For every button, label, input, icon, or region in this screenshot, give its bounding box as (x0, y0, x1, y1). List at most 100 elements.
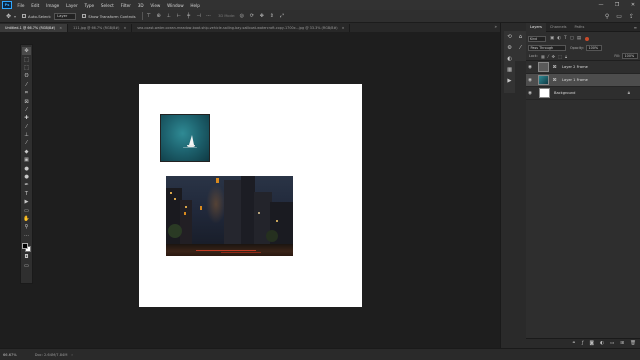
search-icon[interactable]: ⚲ (605, 13, 609, 20)
healing-tool-icon[interactable]: ✚ (22, 114, 31, 122)
3d-roll-icon[interactable]: ⟳ (248, 13, 255, 20)
align-left-icon[interactable]: ⊢ (175, 13, 182, 20)
more-tools-icon[interactable]: ··· (22, 232, 31, 240)
frame-tool-icon[interactable]: ⊠ (22, 97, 31, 105)
path-select-tool-icon[interactable]: ▶ (22, 198, 31, 206)
menu-layer[interactable]: Layer (63, 3, 81, 8)
layer-style-icon[interactable]: ƒ (582, 341, 584, 346)
type-tool-icon[interactable]: T (22, 190, 31, 198)
sailboat-frame-image[interactable] (160, 114, 210, 162)
history-icon[interactable]: ⟲ (506, 33, 514, 41)
tab-sea-coast[interactable]: sea-coast-water-ocean-meadow-boat-ship-v… (132, 24, 351, 32)
menu-edit[interactable]: Edit (28, 3, 43, 8)
dodge-tool-icon[interactable]: ● (22, 173, 31, 181)
quick-select-tool-icon[interactable]: ⁄ (22, 81, 31, 89)
eyedropper-tool-icon[interactable]: ⁄ (22, 106, 31, 114)
adjustment-filter-icon[interactable]: ◐ (557, 36, 561, 41)
add-mask-icon[interactable]: ◙ (589, 341, 593, 346)
close-icon[interactable]: × (123, 26, 126, 30)
visibility-eye-icon[interactable]: ◉ (526, 91, 534, 96)
filter-kind-dropdown[interactable]: Kind (528, 35, 546, 42)
align-right-icon[interactable]: ⊣ (195, 13, 202, 20)
foreground-color[interactable] (22, 242, 28, 249)
hand-tool-icon[interactable]: ✋ (22, 215, 31, 223)
actions-icon[interactable]: ▶ (506, 77, 514, 85)
zoom-level[interactable]: 66.67% (3, 353, 17, 357)
visibility-eye-icon[interactable]: ◉ (526, 65, 534, 70)
brush-tool-icon[interactable]: ⁄ (22, 123, 31, 131)
rectangle-tool-icon[interactable]: ▭ (22, 206, 31, 214)
lasso-tool-icon[interactable]: ʘ (22, 72, 31, 80)
quick-mask-icon[interactable]: ◘ (22, 253, 31, 261)
lock-artboard-icon[interactable]: ⬚ (558, 54, 562, 59)
menu-image[interactable]: Image (43, 3, 63, 8)
workspace-icon[interactable]: ▭ (616, 13, 622, 20)
auto-select-checkbox[interactable] (22, 14, 27, 18)
libraries-icon[interactable]: ⌂ (517, 33, 525, 41)
menu-type[interactable]: Type (81, 3, 97, 8)
properties-icon[interactable]: ⚙ (506, 44, 514, 52)
new-group-icon[interactable]: ▭ (610, 341, 614, 346)
screen-mode-icon[interactable]: ▭ (22, 261, 31, 269)
3d-scale-icon[interactable]: ⤢ (278, 13, 285, 20)
layer-row[interactable]: ◉ ⊠ Layer 2 Frame (526, 61, 640, 74)
smart-object-filter-icon[interactable]: ▤ (577, 36, 581, 41)
tab-paths[interactable]: Paths (571, 23, 589, 32)
restore-icon[interactable]: ❐ (613, 1, 621, 9)
menu-help[interactable]: Help (187, 3, 203, 8)
layer-row[interactable]: ◉ Background 🔒︎ (526, 87, 640, 100)
close-icon[interactable]: ✕ (629, 1, 637, 9)
3d-pan-icon[interactable]: ✥ (258, 13, 265, 20)
history-brush-tool-icon[interactable]: ⁄ (22, 139, 31, 147)
lock-transparent-icon[interactable]: ▦ (541, 54, 545, 59)
opacity-field[interactable]: 100% (585, 44, 602, 51)
transform-controls-checkbox[interactable] (82, 14, 87, 18)
panel-menu-icon[interactable]: ≡ (634, 25, 637, 30)
move-tool-icon[interactable]: ✥ (22, 47, 31, 56)
zoom-tool-icon[interactable]: ⚲ (22, 223, 31, 231)
layer-row[interactable]: ◉ ⊠ Layer 1 Frame (526, 74, 640, 87)
menu-window[interactable]: Window (164, 3, 187, 8)
close-icon[interactable]: × (342, 26, 345, 30)
align-top-icon[interactable]: ⊤ (145, 13, 152, 20)
shape-filter-icon[interactable]: ▢ (570, 36, 574, 41)
close-icon[interactable]: × (59, 26, 62, 30)
crop-tool-icon[interactable]: ⌗ (22, 89, 31, 97)
gradient-tool-icon[interactable]: ▣ (22, 156, 31, 164)
distribute-icon[interactable]: ⋯ (205, 13, 212, 20)
adjustment-layer-icon[interactable]: ◐ (600, 341, 604, 346)
eraser-tool-icon[interactable]: ◆ (22, 148, 31, 156)
swatches-icon[interactable]: ▦ (506, 66, 514, 74)
align-bottom-icon[interactable]: ⊥ (165, 13, 172, 20)
fill-field[interactable]: 100% (622, 53, 638, 59)
share-icon[interactable]: ⇪ (629, 13, 634, 20)
lock-position-icon[interactable]: ✥ (552, 54, 556, 59)
type-filter-icon[interactable]: T (564, 36, 567, 41)
brush-settings-icon[interactable]: ⁄ (517, 44, 525, 52)
city-frame-image[interactable] (166, 176, 293, 256)
delete-layer-icon[interactable]: 🗑︎ (630, 341, 636, 346)
tab-layers[interactable]: Layers (526, 22, 546, 32)
auto-select-dropdown[interactable]: Layer (54, 12, 77, 20)
status-menu-icon[interactable]: › (71, 353, 72, 357)
lock-all-icon[interactable]: 🔒︎ (565, 54, 567, 59)
tab-overflow-icon[interactable]: » (495, 24, 497, 29)
document-canvas[interactable] (139, 84, 362, 307)
marquee-tool-icon[interactable]: ⬚ (22, 64, 31, 72)
layer-name[interactable]: Layer 1 Frame (562, 78, 588, 82)
artboard-tool-icon[interactable]: ⬚ (22, 55, 31, 63)
layer-name[interactable]: Layer 2 Frame (562, 65, 588, 69)
pixel-filter-icon[interactable]: ▣ (550, 36, 554, 41)
link-layers-icon[interactable]: ⚭ (572, 341, 576, 346)
menu-3d[interactable]: 3D (134, 3, 147, 8)
adjustments-icon[interactable]: ◐ (506, 55, 514, 63)
3d-orbit-icon[interactable]: ◎ (238, 13, 245, 20)
3d-slide-icon[interactable]: ⇕ (268, 13, 275, 20)
pen-tool-icon[interactable]: ✒ (22, 181, 31, 189)
blur-tool-icon[interactable]: ● (22, 164, 31, 172)
layer-name[interactable]: Background (554, 91, 575, 95)
filter-toggle[interactable] (585, 36, 589, 41)
tab-untitled-1[interactable]: Untitled-1 @ 66.7% (RGB/8#) × (0, 24, 69, 32)
tool-preset-chevron-icon[interactable]: ▾ (14, 14, 16, 19)
tab-111-jpg[interactable]: 111.jpg @ 66.7% (RGB/8#) × (68, 24, 133, 32)
